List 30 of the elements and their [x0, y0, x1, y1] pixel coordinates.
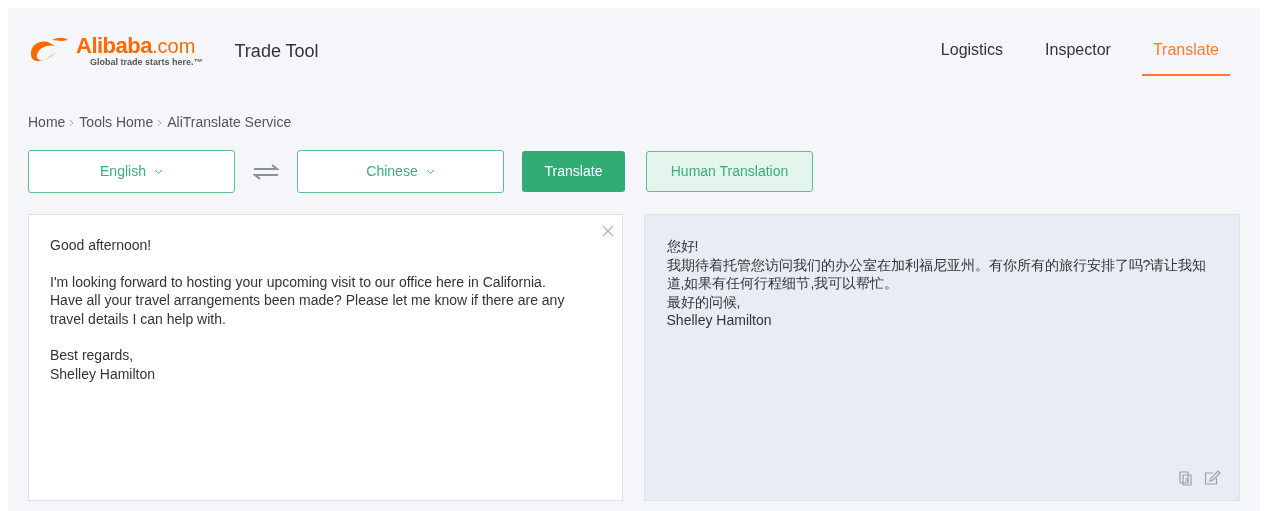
logo-brand-name: Alibaba [76, 34, 152, 57]
translated-line: Shelley Hamilton [666, 311, 773, 330]
source-paragraph: I'm looking forward to hosting your upcoming visit to our office here in California. Have all your travel arrangements been made? Please let me know if there are any travel details I can help with. [50, 272, 565, 328]
human-translation-button[interactable]: Human Translation [646, 151, 813, 192]
source-text-area[interactable] [28, 214, 623, 501]
target-language-dropdown[interactable]: Chinese [297, 150, 504, 193]
chevron-down-icon [425, 168, 435, 175]
nav-tab[interactable]: Inspector [1034, 26, 1122, 76]
app-title: Trade Tool [234, 39, 319, 63]
copy-icon[interactable] [1178, 470, 1194, 486]
nav-tab[interactable]: Logistics [929, 26, 1015, 76]
chevron-down-icon [153, 168, 163, 175]
source-paragraph: Best regards, Shelley Hamilton [50, 346, 157, 383]
translated-line: 您好! [666, 237, 700, 256]
source-language-dropdown[interactable]: English [28, 150, 235, 193]
logo-tagline: Global trade starts here.™ [90, 56, 203, 68]
translated-line: 最好的问候, [666, 292, 742, 311]
translated-line: 我期待着托管您访问我们的办公室在加利福尼亚州。有你所有的旅行安排了吗?请让我知道,如果有任何行程细节,我可以帮忙。 [666, 255, 1208, 293]
close-icon[interactable] [601, 225, 614, 237]
swap-icon[interactable] [253, 162, 279, 181]
breadcrumb-separator-icon [157, 118, 164, 127]
breadcrumb-separator-icon [69, 118, 76, 127]
breadcrumb-link[interactable]: Tools Home [79, 112, 154, 133]
nav-tab[interactable]: Translate [1141, 26, 1230, 76]
translate-button[interactable]: Translate [522, 151, 625, 192]
logo-domain: .com [151, 34, 196, 57]
breadcrumb-current-page: AliTranslate Service [167, 113, 292, 132]
breadcrumb-link[interactable]: Home [28, 112, 66, 133]
source-paragraph: Good afternoon! [50, 236, 153, 255]
edit-icon[interactable] [1204, 470, 1221, 486]
